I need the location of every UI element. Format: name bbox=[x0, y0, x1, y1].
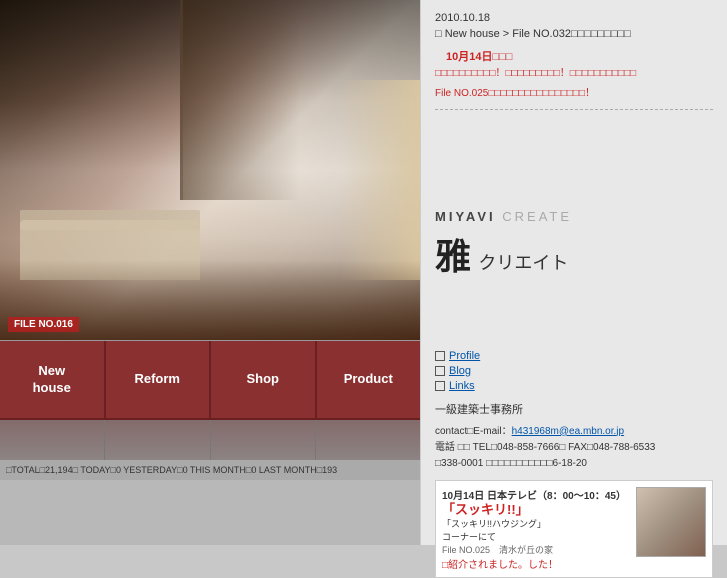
nav-reflection bbox=[0, 420, 420, 460]
promo-text: 10月14日 日本テレビ（8：00～10：45） 「スッキリ!!」 「スッキリ!… bbox=[442, 487, 630, 572]
nav-shop[interactable]: Shop bbox=[211, 341, 317, 420]
ref-4 bbox=[316, 420, 420, 460]
brand-en: MIYAVI CREATE bbox=[435, 209, 713, 224]
divider bbox=[435, 109, 713, 110]
top-section: FILE NO.016 2010.10.18 □ New house > Fil… bbox=[0, 0, 727, 340]
link-box-profile bbox=[435, 351, 445, 361]
promo-image bbox=[636, 487, 706, 557]
news-date: 10月14日□□□ bbox=[435, 48, 713, 64]
create-text: CREATE bbox=[502, 209, 572, 224]
blog-link[interactable]: Blog bbox=[449, 365, 471, 377]
links-section: Profile Blog Links bbox=[435, 350, 713, 392]
ref-2 bbox=[105, 420, 210, 460]
stats-bar: □TOTAL□21,194□ TODAY□0 YESTERDAY□0 THIS … bbox=[0, 460, 420, 480]
nav-product[interactable]: Product bbox=[317, 341, 421, 420]
miyavi-text: MIYAVI bbox=[435, 209, 496, 224]
promo-more: □紹介されました。した！ bbox=[442, 556, 630, 571]
promo-box: 10月14日 日本テレビ（8：00～10：45） 「スッキリ!!」 「スッキリ!… bbox=[435, 480, 713, 578]
link-box-links bbox=[435, 381, 445, 391]
ref-3 bbox=[211, 420, 316, 460]
hero-image: FILE NO.016 bbox=[0, 0, 420, 340]
promo-file: File NO.025 清水が丘の家 bbox=[442, 543, 630, 556]
link-blog: Blog bbox=[435, 365, 713, 377]
contact-label: contact□E-mail： bbox=[435, 426, 512, 437]
katakana-sub: クリエイト bbox=[478, 253, 568, 273]
brand-kanji-row: 雅 クリエイト bbox=[435, 228, 713, 280]
page-wrapper: FILE NO.016 2010.10.18 □ New house > Fil… bbox=[0, 0, 727, 545]
file-number-label: FILE NO.016 bbox=[8, 317, 79, 332]
address-row: □338-0001 □□□□□□□□□□□6-18-20 bbox=[435, 456, 713, 472]
right-info-panel: 2010.10.18 □ New house > File NO.032□□□□… bbox=[420, 0, 727, 340]
staircase-element bbox=[180, 0, 300, 200]
promo-date: 10月14日 日本テレビ（8：00～10：45） bbox=[442, 487, 630, 502]
company-name: 一級建築士事務所 bbox=[435, 402, 713, 420]
link-box-blog bbox=[435, 366, 445, 376]
link-profile: Profile bbox=[435, 350, 713, 362]
breadcrumb: □ New house > File NO.032□□□□□□□□□ bbox=[435, 28, 713, 40]
post-date: 2010.10.18 bbox=[435, 12, 713, 24]
links-link[interactable]: Links bbox=[449, 380, 475, 392]
profile-link[interactable]: Profile bbox=[449, 350, 480, 362]
brand-section: MIYAVI CREATE 雅 クリエイト bbox=[435, 209, 713, 280]
ref-1 bbox=[0, 420, 105, 460]
promo-corner: コーナーにて bbox=[442, 530, 630, 543]
promo-sub: 「スッキリ!!ハウジング」 bbox=[442, 517, 630, 530]
contact-section: 一級建築士事務所 contact□E-mail：h431968m@ea.mbn.… bbox=[435, 402, 713, 472]
nav-buttons-panel: Newhouse Reform Shop Product □TOTAL□21,1… bbox=[0, 340, 420, 545]
window-light bbox=[340, 80, 420, 280]
email-link[interactable]: h431968m@ea.mbn.or.jp bbox=[512, 426, 624, 437]
nav-button-row: Newhouse Reform Shop Product bbox=[0, 340, 420, 420]
promo-title: 「スッキリ!!」 bbox=[442, 502, 630, 518]
nav-new-house[interactable]: Newhouse bbox=[0, 341, 106, 420]
link-links: Links bbox=[435, 380, 713, 392]
nav-reform[interactable]: Reform bbox=[106, 341, 212, 420]
interior-photo bbox=[0, 0, 420, 340]
email-row: contact□E-mail：h431968m@ea.mbn.or.jp bbox=[435, 424, 713, 440]
bottom-section: Newhouse Reform Shop Product □TOTAL□21,1… bbox=[0, 340, 727, 545]
news-file: File NO.025□□□□□□□□□□□□□□□□！ bbox=[435, 84, 713, 99]
tel-row: 電話 □□ TEL□048-858-7666□ FAX□048-788-6533 bbox=[435, 440, 713, 456]
right-bottom-panel: Profile Blog Links 一級建築士事務所 contact□E-ma… bbox=[420, 340, 727, 545]
kanji-logo: 雅 bbox=[435, 236, 471, 277]
news-body: □□□□□□□□□□！□□□□□□□□□！□□□□□□□□□□□ bbox=[435, 67, 713, 81]
